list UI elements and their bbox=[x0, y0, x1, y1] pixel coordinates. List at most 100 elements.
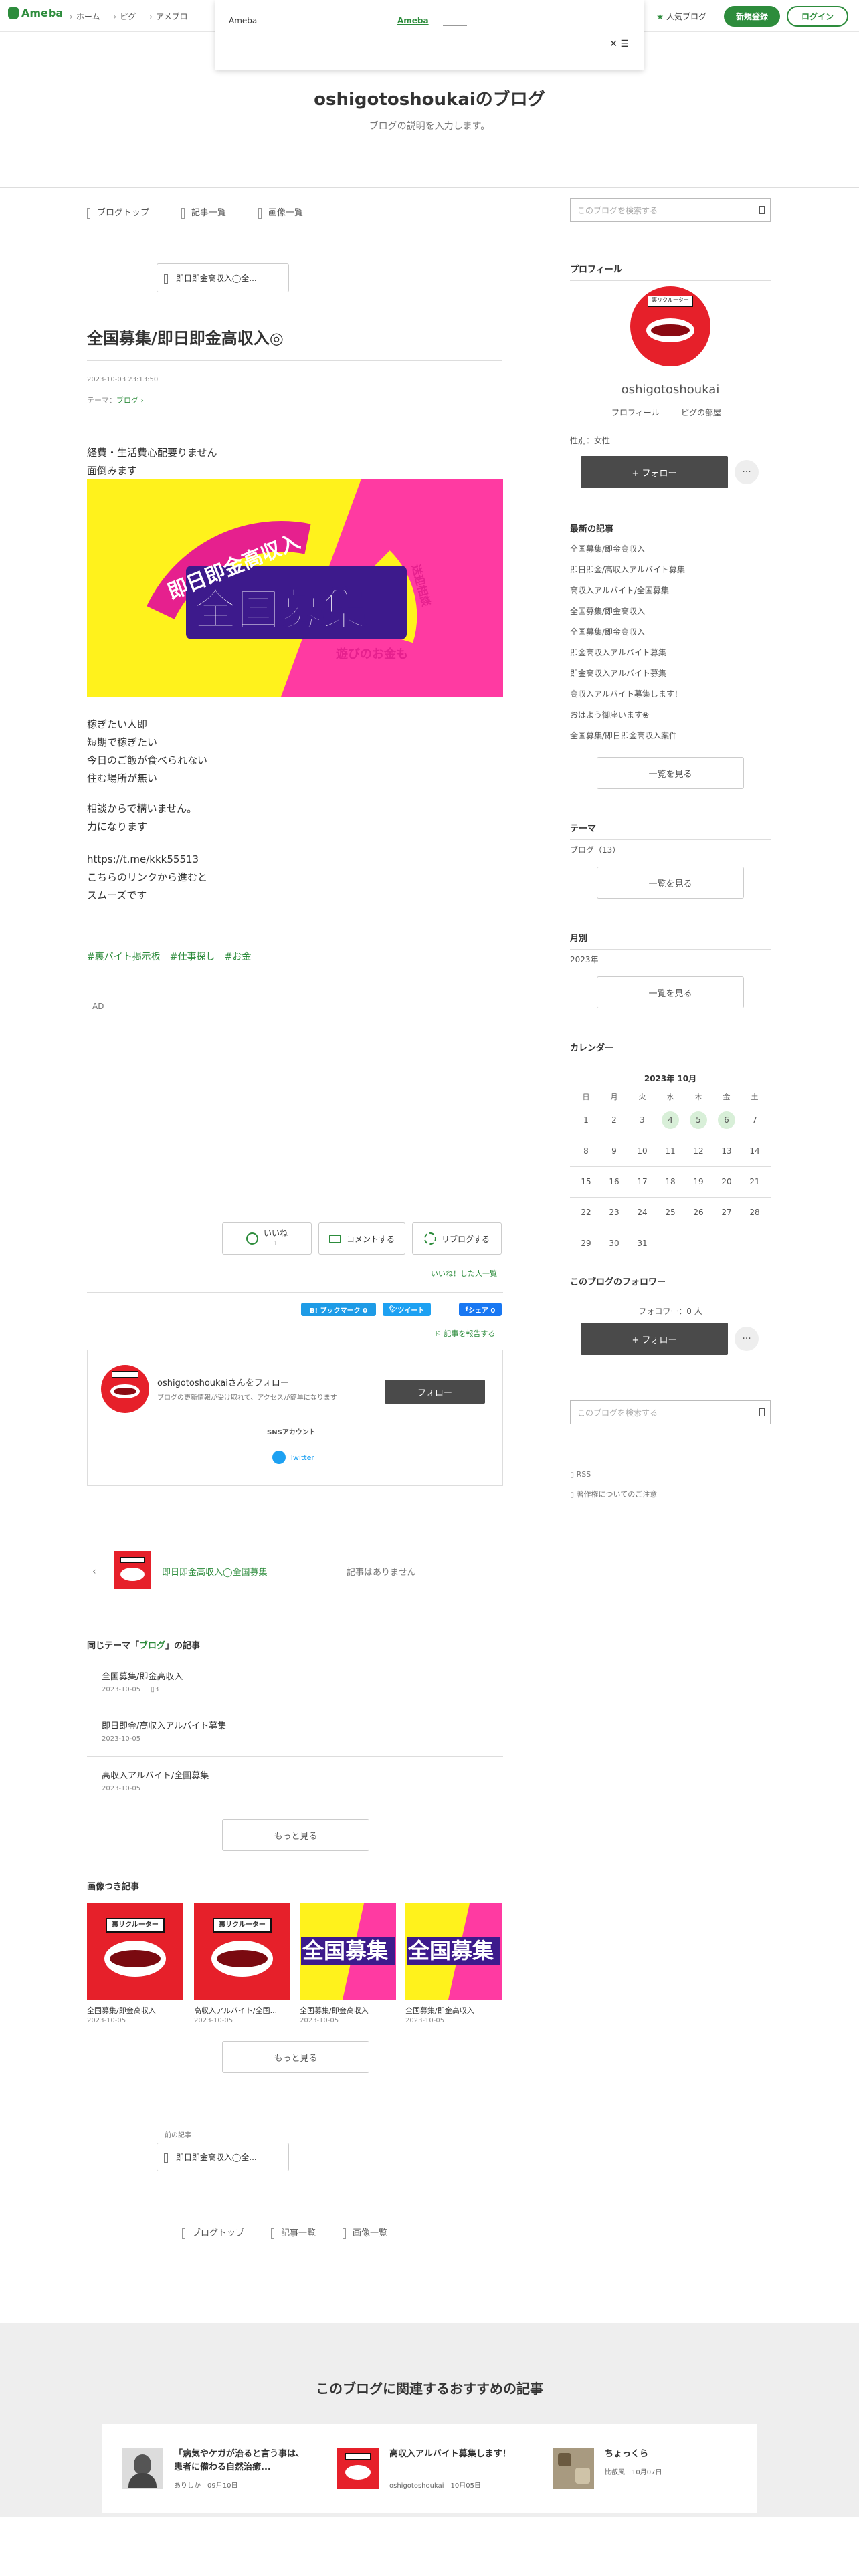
global-nav-pigg[interactable]: ピグ bbox=[113, 11, 136, 22]
blog-avatar[interactable] bbox=[101, 1365, 149, 1413]
sidebar-latest-item[interactable]: 全国募集/即金高収入 bbox=[570, 543, 645, 554]
ameba-logo[interactable]: Ameba bbox=[8, 7, 63, 19]
latest-see-all-button[interactable]: 一覧を見る bbox=[597, 757, 744, 789]
profile-gender: 性別：女性 bbox=[570, 436, 611, 445]
sidebar-search-input[interactable]: このブログを検索する bbox=[570, 1400, 771, 1424]
article-theme-link[interactable]: ブログ bbox=[116, 396, 138, 405]
theme-see-all-button[interactable]: 一覧を見る bbox=[597, 867, 744, 899]
popup-title: Ameba bbox=[229, 16, 258, 25]
popup-link[interactable]: Ameba bbox=[397, 16, 429, 25]
calendar-day[interactable]: 4 bbox=[656, 1111, 684, 1129]
sidebar-latest-item[interactable]: 高収入アルバイト/全国募集 bbox=[570, 584, 669, 596]
text-line: 面倒みます bbox=[87, 465, 138, 477]
login-button[interactable]: ログイン bbox=[786, 6, 848, 27]
calendar-day: 23 bbox=[609, 1208, 619, 1217]
image-posts-more-button[interactable]: もっと見る bbox=[222, 2041, 369, 2073]
hashtag-link[interactable]: #仕事探し bbox=[170, 950, 215, 963]
profile-link[interactable]: プロフィール bbox=[611, 407, 660, 418]
same-theme-link[interactable]: ブログ bbox=[139, 1641, 165, 1651]
twitter-account-link[interactable]: Twitter bbox=[272, 1451, 314, 1464]
liked-by-link[interactable]: いいね！した人一覧 bbox=[431, 1268, 497, 1279]
monthly-see-all-button[interactable]: 一覧を見る bbox=[597, 976, 744, 1008]
prev-arrow-icon[interactable]: ‹ bbox=[92, 1566, 96, 1577]
blog-nav-images[interactable]: 画像一覧 bbox=[258, 205, 303, 219]
image-post-thumbnail[interactable]: 全国募集 bbox=[405, 1903, 502, 2000]
blog-title[interactable]: oshigotoshoukaiのブログ bbox=[0, 86, 859, 110]
sidebar-latest-item[interactable]: 全国募集/即金高収入 bbox=[570, 605, 645, 617]
hashtag-link[interactable]: #裏バイト掲示板 bbox=[87, 950, 161, 963]
same-theme-more-button[interactable]: もっと見る bbox=[222, 1819, 369, 1851]
hatena-bookmark-button[interactable]: B! ブックマーク 0 bbox=[301, 1303, 376, 1316]
photo-graphic bbox=[575, 2468, 590, 2484]
image-post-caption[interactable]: 全国募集/即金高収入 bbox=[87, 2005, 186, 2016]
copyright-notice-link[interactable]: ▯ 著作権についてのご注意 bbox=[570, 1489, 657, 1499]
search-icon[interactable] bbox=[759, 1408, 765, 1416]
blog-nav-entries[interactable]: 記事一覧 bbox=[181, 205, 226, 219]
profile-avatar[interactable]: 裏リクルーター bbox=[630, 286, 710, 366]
prev-post-title[interactable]: 即日即金高収入◯全国募集 bbox=[162, 1565, 268, 1578]
reblog-button[interactable]: リブログする bbox=[412, 1222, 502, 1255]
image-post-thumbnail[interactable]: 裏リクルーター bbox=[87, 1903, 183, 2000]
image-post-caption[interactable]: 全国募集/即金高収入 bbox=[405, 2005, 504, 2016]
image-post-caption[interactable]: 高収入アルバイト/全国... bbox=[194, 2005, 293, 2016]
sidebar-latest-item[interactable]: 全国募集/即日即金高収入案件 bbox=[570, 730, 677, 741]
sidebar-follow-button[interactable]: + フォロー bbox=[581, 456, 728, 488]
sidebar-monthly-item[interactable]: 2023年 bbox=[570, 954, 599, 965]
rss-link[interactable]: ▯ RSS bbox=[570, 1470, 591, 1479]
pigg-room-link[interactable]: ピグの部屋 bbox=[681, 407, 721, 418]
sidebar-more-button-2[interactable]: ··· bbox=[735, 1327, 759, 1351]
recommend-item-author: ありしか bbox=[174, 2482, 201, 2490]
popular-blogs-link[interactable]: ★ 人気ブログ bbox=[656, 11, 706, 22]
prev-entry-link[interactable]: 即日即金高収入◯全... bbox=[157, 263, 289, 292]
calendar-day: 9 bbox=[611, 1146, 617, 1156]
like-button[interactable]: いいね 1 bbox=[222, 1222, 312, 1255]
prev-entry-link-bottom[interactable]: 即日即金高収入◯全... bbox=[157, 2143, 289, 2171]
blog-search-input[interactable]: このブログを検索する bbox=[570, 198, 771, 222]
list-item[interactable]: 高収入アルバイト/全国募集 2023-10-05 bbox=[102, 1768, 490, 1792]
bottom-nav-entries[interactable]: 記事一覧 bbox=[271, 2226, 316, 2239]
sidebar-theme-item[interactable]: ブログ（13） bbox=[570, 844, 620, 855]
list-item[interactable]: 即日即金/高収入アルバイト募集 2023-10-05 bbox=[102, 1719, 490, 1743]
sidebar-latest-item[interactable]: 即金高収入アルバイト募集 bbox=[570, 667, 666, 679]
comment-label: コメントする bbox=[346, 1234, 395, 1244]
calendar-day[interactable]: 6 bbox=[712, 1111, 741, 1129]
hashtag-link[interactable]: #お金 bbox=[224, 950, 251, 963]
bottom-nav-top[interactable]: ブログトップ bbox=[182, 2226, 244, 2239]
calendar-day: 7 bbox=[752, 1115, 757, 1125]
facebook-share-button[interactable]: f シェア 0 bbox=[459, 1303, 502, 1316]
calendar-day[interactable]: 5 bbox=[684, 1111, 712, 1129]
header-actions: ★ 人気ブログ 新規登録 ログイン bbox=[656, 6, 848, 27]
register-button[interactable]: 新規登録 bbox=[723, 6, 780, 27]
calendar-day: 1 bbox=[583, 1115, 589, 1125]
image-post-thumbnail[interactable]: 全国募集 bbox=[300, 1903, 396, 2000]
bottom-nav-images[interactable]: 画像一覧 bbox=[343, 2226, 387, 2239]
report-entry-link[interactable]: ⚐ 記事を報告する bbox=[435, 1328, 495, 1339]
search-icon[interactable] bbox=[759, 206, 765, 214]
sidebar-latest-item[interactable]: 高収入アルバイト募集します！ bbox=[570, 688, 682, 700]
tweet-button[interactable]: 🐦︎ ツイート bbox=[383, 1303, 431, 1316]
sidebar-latest-item[interactable]: 全国募集/即金高収入 bbox=[570, 626, 645, 637]
next-post-none: 記事はありません bbox=[347, 1568, 416, 1578]
sidebar-latest-item[interactable]: 即金高収入アルバイト募集 bbox=[570, 647, 666, 658]
image-post-caption[interactable]: 全国募集/即金高収入 bbox=[300, 2005, 399, 2016]
popup-close-button[interactable]: ✕ ☰ bbox=[609, 39, 629, 49]
comment-button[interactable]: コメントする bbox=[318, 1222, 405, 1255]
global-nav-home[interactable]: ホーム bbox=[70, 11, 100, 22]
image-post-date: 2023-10-05 bbox=[405, 2017, 445, 2024]
prev-entry-title: 即日即金高収入◯全... bbox=[175, 2153, 257, 2162]
prev-post-thumbnail[interactable] bbox=[114, 1551, 151, 1589]
global-nav-ameblo[interactable]: アメブロ bbox=[149, 11, 187, 22]
follow-button[interactable]: フォロー bbox=[385, 1380, 485, 1404]
blog-nav-top[interactable]: ブログトップ bbox=[87, 205, 149, 219]
profile-name[interactable]: oshigotoshoukai bbox=[570, 383, 771, 397]
sidebar-follow-button-2[interactable]: + フォロー bbox=[581, 1323, 728, 1355]
reblog-icon bbox=[423, 1232, 436, 1245]
calendar-weekday: 月 bbox=[610, 1093, 618, 1101]
list-item[interactable]: 全国募集/即金高収入 2023-10-05 ▯3 bbox=[102, 1669, 490, 1693]
same-theme-title: 同じテーマ「ブログ」の記事 bbox=[87, 1638, 200, 1651]
image-post-thumbnail[interactable]: 裏リクルーター bbox=[194, 1903, 290, 2000]
telegram-link[interactable]: https://t.me/kkk55513 bbox=[87, 851, 207, 869]
sidebar-more-button[interactable]: ··· bbox=[735, 460, 759, 484]
sidebar-latest-item[interactable]: おはよう御座います❀ bbox=[570, 709, 649, 720]
sidebar-latest-item[interactable]: 即日即金/高収入アルバイト募集 bbox=[570, 564, 685, 575]
